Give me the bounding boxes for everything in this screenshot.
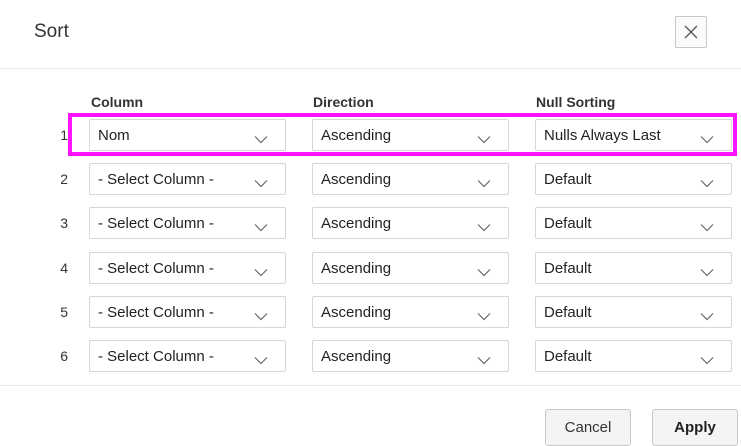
direction-select-value: Ascending [321, 171, 392, 188]
column-select-value: - Select Column - [98, 304, 214, 321]
column-select[interactable]: - Select Column - [89, 252, 286, 284]
sort-row: 4 - Select Column - Ascending Default [0, 252, 741, 286]
null-sorting-select[interactable]: Default [535, 252, 732, 284]
direction-select[interactable]: Ascending [312, 252, 509, 284]
chevron-down-icon [254, 352, 268, 370]
sort-row: 3 - Select Column - Ascending Default [0, 207, 741, 241]
direction-select-value: Ascending [321, 348, 392, 365]
chevron-down-icon [477, 219, 491, 237]
chevron-down-icon [477, 175, 491, 193]
chevron-down-icon [254, 264, 268, 282]
column-select[interactable]: - Select Column - [89, 207, 286, 239]
chevron-down-icon [700, 264, 714, 282]
sort-row: 2 - Select Column - Ascending Default [0, 163, 741, 197]
null-sorting-select-value: Default [544, 348, 592, 365]
column-select[interactable]: - Select Column - [89, 163, 286, 195]
row-number: 3 [60, 215, 68, 231]
cancel-button[interactable]: Cancel [545, 409, 631, 446]
direction-select[interactable]: Ascending [312, 163, 509, 195]
close-icon [684, 25, 698, 39]
dialog-header: Sort [0, 0, 741, 69]
chevron-down-icon [700, 175, 714, 193]
direction-select[interactable]: Ascending [312, 207, 509, 239]
row-number: 6 [60, 348, 68, 364]
row-1-highlight [68, 113, 737, 156]
row-number: 5 [60, 304, 68, 320]
null-sorting-select[interactable]: Default [535, 340, 732, 372]
direction-select-value: Ascending [321, 304, 392, 321]
direction-select-value: Ascending [321, 260, 392, 277]
sort-row: 6 - Select Column - Ascending Default [0, 340, 741, 374]
chevron-down-icon [254, 175, 268, 193]
column-header-null-sorting: Null Sorting [536, 94, 616, 110]
column-select[interactable]: - Select Column - [89, 340, 286, 372]
direction-select[interactable]: Ascending [312, 296, 509, 328]
chevron-down-icon [477, 264, 491, 282]
close-button[interactable] [675, 16, 707, 48]
column-select-value: - Select Column - [98, 171, 214, 188]
row-number: 4 [60, 260, 68, 276]
chevron-down-icon [700, 308, 714, 326]
dialog-title: Sort [34, 21, 69, 42]
column-header-direction: Direction [313, 94, 374, 110]
chevron-down-icon [700, 352, 714, 370]
apply-button[interactable]: Apply [652, 409, 738, 446]
chevron-down-icon [700, 219, 714, 237]
null-sorting-select[interactable]: Default [535, 296, 732, 328]
sort-row: 5 - Select Column - Ascending Default [0, 296, 741, 330]
column-header-column: Column [91, 94, 144, 110]
row-number: 2 [60, 171, 68, 187]
column-select[interactable]: - Select Column - [89, 296, 286, 328]
chevron-down-icon [477, 308, 491, 326]
dialog-footer: Cancel Apply [0, 385, 741, 446]
column-select-value: - Select Column - [98, 348, 214, 365]
null-sorting-select[interactable]: Default [535, 163, 732, 195]
direction-select-value: Ascending [321, 215, 392, 232]
null-sorting-select-value: Default [544, 260, 592, 277]
null-sorting-select[interactable]: Default [535, 207, 732, 239]
column-select-value: - Select Column - [98, 260, 214, 277]
sort-dialog: Sort Column Direction Null Sorting 1 Nom A… [0, 0, 741, 446]
chevron-down-icon [254, 308, 268, 326]
chevron-down-icon [254, 219, 268, 237]
null-sorting-select-value: Default [544, 171, 592, 188]
row-number: 1 [60, 127, 68, 143]
column-select-value: - Select Column - [98, 215, 214, 232]
null-sorting-select-value: Default [544, 215, 592, 232]
chevron-down-icon [477, 352, 491, 370]
null-sorting-select-value: Default [544, 304, 592, 321]
direction-select[interactable]: Ascending [312, 340, 509, 372]
